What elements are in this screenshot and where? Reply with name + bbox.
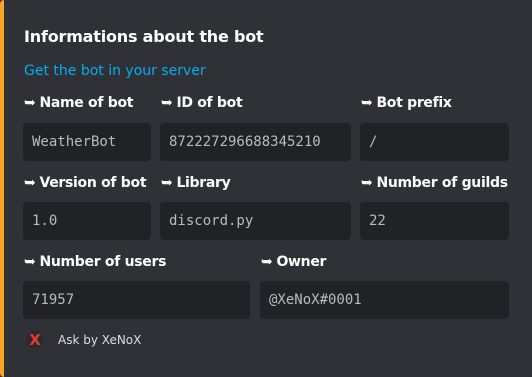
- footer-avatar-icon: X: [26, 331, 44, 349]
- field-value-bot-version: 1.0: [23, 202, 151, 240]
- arrow-icon: ➥: [161, 95, 173, 111]
- field-name-bot-prefix: ➥ Bot prefix: [361, 95, 452, 111]
- arrow-icon: ➥: [161, 175, 173, 191]
- field-name-bot-version: ➥ Version of bot: [24, 175, 147, 191]
- field-name-bot-id: ➥ ID of bot: [161, 95, 243, 111]
- embed-footer: X Ask by XeNoX: [26, 331, 141, 349]
- field-name-library: ➥ Library: [161, 175, 231, 191]
- field-value-library: discord.py: [160, 202, 351, 240]
- field-name-guild-count: ➥ Number of guilds: [361, 175, 508, 191]
- arrow-icon: ➥: [24, 175, 36, 191]
- invite-bot-link[interactable]: Get the bot in your server: [24, 63, 206, 79]
- arrow-icon: ➥: [361, 95, 373, 111]
- arrow-icon: ➥: [361, 175, 373, 191]
- field-value-guild-count: 22: [360, 202, 509, 240]
- field-value-bot-id: 872227296688345210: [160, 123, 351, 161]
- bot-info-embed: Informations about the bot Get the bot i…: [0, 0, 532, 377]
- field-name-owner: ➥ Owner: [261, 254, 327, 270]
- field-value-user-count: 71957: [23, 281, 250, 319]
- field-name-user-count: ➥ Number of users: [24, 254, 167, 270]
- field-value-owner: @XeNoX#0001: [260, 281, 509, 319]
- footer-text: Ask by XeNoX: [58, 333, 142, 347]
- arrow-icon: ➥: [24, 254, 36, 270]
- embed-title: Informations about the bot: [24, 27, 264, 46]
- arrow-icon: ➥: [261, 254, 273, 270]
- field-value-bot-prefix: /: [360, 123, 509, 161]
- field-value-bot-name: WeatherBot: [23, 123, 151, 161]
- embed-accent-bar: [0, 0, 4, 377]
- field-name-bot-name: ➥ Name of bot: [24, 95, 134, 111]
- arrow-icon: ➥: [24, 95, 36, 111]
